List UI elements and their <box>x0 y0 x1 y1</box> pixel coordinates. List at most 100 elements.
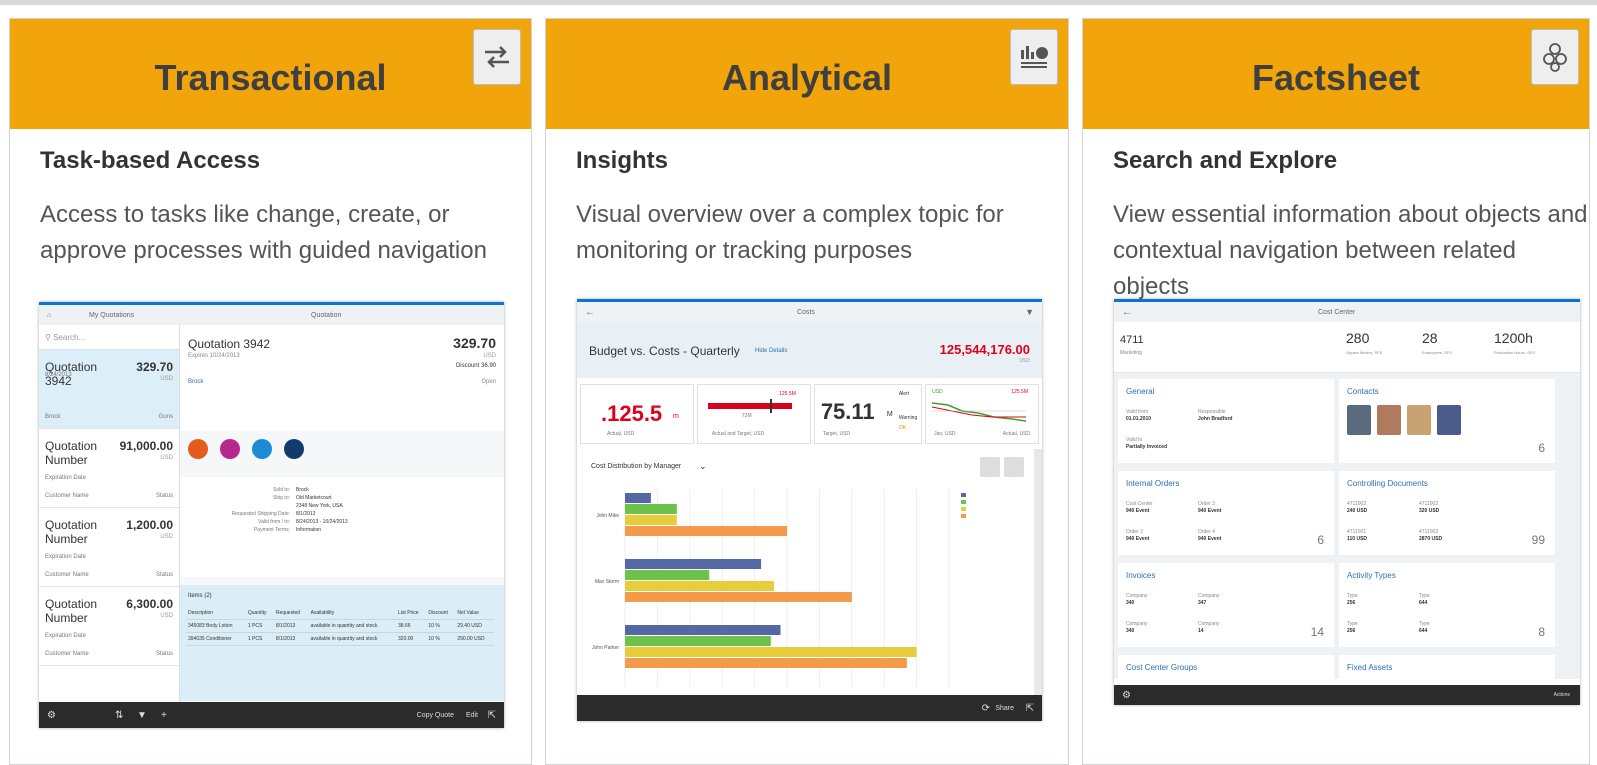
facet-tile-invoices[interactable]: Invoices Company 340 Company 347 Company… <box>1118 563 1334 647</box>
refresh-icon[interactable]: ⟳ <box>982 703 990 714</box>
bar[interactable] <box>625 526 787 536</box>
chart-report-icon[interactable] <box>1010 29 1058 85</box>
field-label: Type <box>1419 593 1430 599</box>
list-item-name: Quotation Number <box>45 439 98 467</box>
kpi-tile[interactable]: .125.5 m Actual, USD <box>580 384 694 444</box>
back-icon[interactable]: ← <box>1122 307 1132 318</box>
contacts-tab-icon[interactable] <box>284 439 304 459</box>
avatar[interactable] <box>1377 405 1401 435</box>
bar[interactable] <box>625 636 771 646</box>
facet-tile-activity-types[interactable]: Activity Types Type 256 Type 644 Type 25… <box>1339 563 1555 647</box>
share-icon[interactable]: ⇱ <box>1026 703 1034 714</box>
bar[interactable] <box>625 581 775 591</box>
list-item-currency: USD <box>160 455 173 461</box>
hide-details-link[interactable]: Hide Details <box>755 348 787 354</box>
column-header: Requested <box>273 607 309 620</box>
swap-arrows-icon[interactable] <box>473 29 521 85</box>
form-label: Ship to: <box>273 495 290 501</box>
copy-quote-button[interactable]: Copy Quote <box>417 712 454 719</box>
bar[interactable] <box>625 658 907 668</box>
scrollbar[interactable] <box>1034 449 1042 695</box>
table-row[interactable]: 345083 Body Lotion 1 PCS 8/1/2013 availa… <box>186 619 494 633</box>
items-title: Items (2) <box>188 593 212 599</box>
tile-unit: M <box>886 411 893 418</box>
form-label: Payment Terms: <box>253 527 290 533</box>
kpi-tile[interactable]: 125.5M 72M Actual and Target, USD <box>696 384 811 444</box>
list-item[interactable]: Quotation Number 91,000.00 USD Expiratio… <box>39 429 179 508</box>
facet-tile-controlling-documents[interactable]: Controlling Documents 4711002 240 USD 47… <box>1339 471 1555 555</box>
list-item-customer: Customer Name <box>45 651 89 657</box>
list-item[interactable]: Quotation Number 6,300.00 USD Expiration… <box>39 587 179 666</box>
field-label: Order 4 <box>1198 529 1215 535</box>
card-title: Factsheet <box>1251 57 1421 98</box>
avatar[interactable] <box>1407 405 1431 435</box>
kpi-caption: Production Hours, SFS <box>1494 350 1535 355</box>
bar[interactable] <box>625 570 710 580</box>
back-icon[interactable]: ← <box>585 307 595 318</box>
kpi-tile[interactable]: 75.11 M Target, USD Alert Warning OK <box>813 384 923 444</box>
table-row[interactable]: 394035 Conditioner 1 PCS 8/1/2013 availa… <box>186 632 494 646</box>
facet-title: Activity Types <box>1347 571 1396 580</box>
bar[interactable] <box>625 625 781 635</box>
attachments-tab-icon[interactable] <box>252 439 272 459</box>
add-icon[interactable]: + <box>161 710 167 721</box>
tile-caption: Jan, USD <box>934 431 956 437</box>
card-banner: Transactional <box>10 19 531 129</box>
card-description: Access to tasks like change, create, or … <box>40 201 487 264</box>
form-value: Brock <box>296 487 309 493</box>
column-header: Discount <box>426 607 456 620</box>
avatar[interactable] <box>1437 405 1461 435</box>
form-label: Sold to: <box>273 487 290 493</box>
table-cell: 8/1/2013 <box>273 632 309 646</box>
sort-icon[interactable]: ⇅ <box>115 710 123 721</box>
bar[interactable] <box>625 647 917 657</box>
facet-tile-contacts[interactable]: Contacts 6 <box>1339 379 1555 463</box>
filter-icon[interactable]: ▼ <box>1025 307 1034 317</box>
facet-count: 14 <box>1310 625 1324 639</box>
fullscreen-icon[interactable] <box>1004 457 1024 477</box>
tile-caption: Actual and Target, USD <box>711 431 765 437</box>
bar[interactable] <box>625 504 677 514</box>
notes-tab-icon[interactable] <box>220 439 240 459</box>
bar-chart: John Mike Max Storm John Parker <box>592 489 966 687</box>
list-item-name: Quotation Number <box>45 518 98 546</box>
list-item[interactable]: Quotation 3942 329.70 USD 8/24/2013 Broc… <box>39 350 179 429</box>
settings-icon[interactable]: ⚙ <box>1122 690 1131 701</box>
tile-side-label: Warning <box>898 415 918 421</box>
bar[interactable] <box>625 493 651 503</box>
bullet-bar <box>707 403 792 409</box>
card-banner: Factsheet <box>1083 19 1589 129</box>
switch-view-icon[interactable] <box>980 457 1000 477</box>
filter-icon[interactable]: ▼ <box>137 710 147 721</box>
detail-customer-link[interactable]: Brock <box>188 379 203 385</box>
app-header: ← Cost Center <box>1114 299 1580 322</box>
kpi-tile[interactable]: USD 125.5M Jan, USD Actual, USD <box>925 384 1040 444</box>
hexagon-cluster-icon[interactable] <box>1531 29 1579 85</box>
chevron-down-icon[interactable]: ⌄ <box>699 461 707 472</box>
chart-panel: Cost Distribution by Manager ⌄ John Mike… <box>577 449 1034 695</box>
table-cell: 8/1/2013 <box>273 619 309 633</box>
list-item[interactable]: Quotation Number 1,200.00 USD Expiration… <box>39 508 179 587</box>
bar[interactable] <box>625 592 852 602</box>
card-description: Visual overview over a complex topic for… <box>576 201 1004 264</box>
home-icon[interactable]: ⌂ <box>47 312 51 319</box>
info-tab-icon[interactable] <box>188 439 208 459</box>
facet-title: Fixed Assets <box>1347 663 1393 672</box>
facet-tile-internal-orders[interactable]: Internal Orders Cost Center 940 Event Or… <box>1118 471 1334 555</box>
actions-button[interactable]: Actions <box>1554 692 1570 698</box>
facet-title: Internal Orders <box>1126 479 1180 488</box>
facet-tile-general[interactable]: General Valid from 01.01.2010 Responsibl… <box>1118 379 1334 463</box>
share-button[interactable]: Share <box>995 705 1014 712</box>
object-id: 4711 <box>1120 334 1144 346</box>
list-item-status: Guns <box>158 414 173 420</box>
tile-marker: 125.5M <box>779 391 796 397</box>
bar[interactable] <box>625 515 677 525</box>
table-cell: 29.40 USD <box>455 619 494 633</box>
field-value: 256 <box>1347 600 1356 606</box>
search-input[interactable]: ⚲ Search... <box>39 325 179 350</box>
edit-button[interactable]: Edit <box>466 712 478 719</box>
settings-icon[interactable]: ⚙ <box>47 710 56 721</box>
avatar[interactable] <box>1347 405 1371 435</box>
bar[interactable] <box>625 559 762 569</box>
share-icon[interactable]: ⇱ <box>488 710 496 721</box>
